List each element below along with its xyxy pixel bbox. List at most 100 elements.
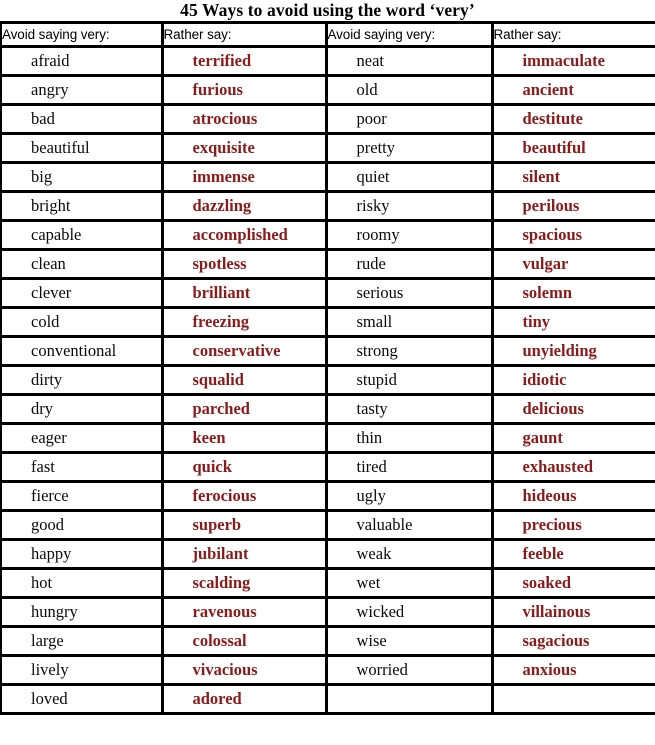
cell-text: cold (31, 312, 60, 331)
cell-text: perilous (522, 196, 580, 215)
page-title: 45 Ways to avoid using the word ‘very’ (180, 0, 475, 20)
cell-text: conservative (192, 341, 281, 360)
header-row: Avoid saying very: Rather say: Avoid say… (1, 22, 655, 48)
cell-text: colossal (192, 631, 247, 650)
word-avoid: eager (1, 423, 164, 454)
word-rather: gaunt (492, 423, 655, 454)
cell-text: adored (192, 689, 242, 708)
cell-text: ancient (522, 80, 574, 99)
cell-text: poor (356, 109, 387, 128)
cell-text: roomy (356, 225, 400, 244)
word-avoid: happy (1, 539, 164, 570)
word-avoid: tired (326, 452, 494, 483)
word-rather: spacious (492, 220, 655, 251)
cell-text: vulgar (522, 254, 569, 273)
cell-text: bright (31, 196, 71, 215)
cell-text: atrocious (192, 109, 258, 128)
word-avoid: thin (326, 423, 494, 454)
word-rather: parched (162, 394, 328, 425)
word-avoid: poor (326, 104, 494, 135)
cell-text: large (31, 631, 64, 650)
word-avoid: rude (326, 249, 494, 280)
word-rather: exhausted (492, 452, 655, 483)
table-row: big immense quiet silent (1, 162, 655, 193)
word-rather: ferocious (162, 481, 328, 512)
word-avoid: clever (1, 278, 164, 309)
table-row: hot scalding wet soaked (1, 568, 655, 599)
word-rather: ancient (492, 75, 655, 106)
cell-text: accomplished (192, 225, 288, 244)
word-rather: anxious (492, 655, 655, 686)
cell-text: conventional (31, 341, 117, 360)
cell-text: pretty (356, 138, 396, 157)
word-avoid: loved (1, 684, 164, 714)
word-rather: scalding (162, 568, 328, 599)
table-row: dry parched tasty delicious (1, 394, 655, 425)
cell-text: jubilant (192, 544, 249, 563)
cell-text: old (356, 80, 378, 99)
table-row: hungry ravenous wicked villainous (1, 597, 655, 628)
word-rather: unyielding (492, 336, 655, 367)
cell-text: ugly (356, 486, 386, 505)
cell-text: vivacious (192, 660, 258, 679)
word-avoid: clean (1, 249, 164, 280)
column-header-rather-2: Rather say: (492, 22, 655, 48)
cell-text: idiotic (522, 370, 567, 389)
word-rather: spotless (162, 249, 328, 280)
cell-text: wicked (356, 602, 405, 621)
word-rather: immense (162, 162, 328, 193)
word-avoid: large (1, 626, 164, 657)
table-row: bright dazzling risky perilous (1, 191, 655, 222)
word-rather: accomplished (162, 220, 328, 251)
cell-text: thin (356, 428, 383, 447)
word-rather: feeble (492, 539, 655, 570)
word-list-page: 45 Ways to avoid using the word ‘very’ A… (0, 0, 655, 745)
cell-text: loved (31, 689, 68, 708)
word-avoid: serious (326, 278, 494, 309)
cell-text: immense (192, 167, 255, 186)
table-row: clever brilliant serious solemn (1, 278, 655, 309)
word-rather: immaculate (492, 46, 655, 77)
word-rather: brilliant (162, 278, 328, 309)
word-avoid: afraid (1, 46, 164, 77)
word-rather: solemn (492, 278, 655, 309)
table-row: lively vivacious worried anxious (1, 655, 655, 686)
cell-text: hungry (31, 602, 78, 621)
word-avoid: quiet (326, 162, 494, 193)
cell-text: valuable (356, 515, 413, 534)
cell-text: hideous (522, 486, 577, 505)
word-avoid: fast (1, 452, 164, 483)
word-avoid: lively (1, 655, 164, 686)
column-header-avoid-2: Avoid saying very: (326, 22, 494, 48)
cell-text: gaunt (522, 428, 563, 447)
cell-text: stupid (356, 370, 397, 389)
cell-text: small (356, 312, 393, 331)
cell-text: tasty (356, 399, 388, 418)
word-rather: keen (162, 423, 328, 454)
table-row: good superb valuable precious (1, 510, 655, 541)
word-rather: quick (162, 452, 328, 483)
word-avoid: small (326, 307, 494, 338)
word-rather: colossal (162, 626, 328, 657)
word-rather: hideous (492, 481, 655, 512)
word-avoid: wicked (326, 597, 494, 628)
cell-text: spotless (192, 254, 247, 273)
word-avoid: good (1, 510, 164, 541)
table-row: large colossal wise sagacious (1, 626, 655, 657)
word-rather: conservative (162, 336, 328, 367)
table-row: angry furious old ancient (1, 75, 655, 106)
table-row: fast quick tired exhausted (1, 452, 655, 483)
word-rather: exquisite (162, 133, 328, 164)
table-cell-empty (326, 684, 494, 714)
word-avoid: pretty (326, 133, 494, 164)
cell-text: weak (356, 544, 392, 563)
cell-text: solemn (522, 283, 573, 302)
cell-text: wet (356, 573, 381, 592)
word-rather: idiotic (492, 365, 655, 396)
table-row: clean spotless rude vulgar (1, 249, 655, 280)
table-row: beautiful exquisite pretty beautiful (1, 133, 655, 164)
cell-text: precious (522, 515, 582, 534)
cell-text: fierce (31, 486, 69, 505)
cell-text: tired (356, 457, 387, 476)
cell-text: ravenous (192, 602, 257, 621)
